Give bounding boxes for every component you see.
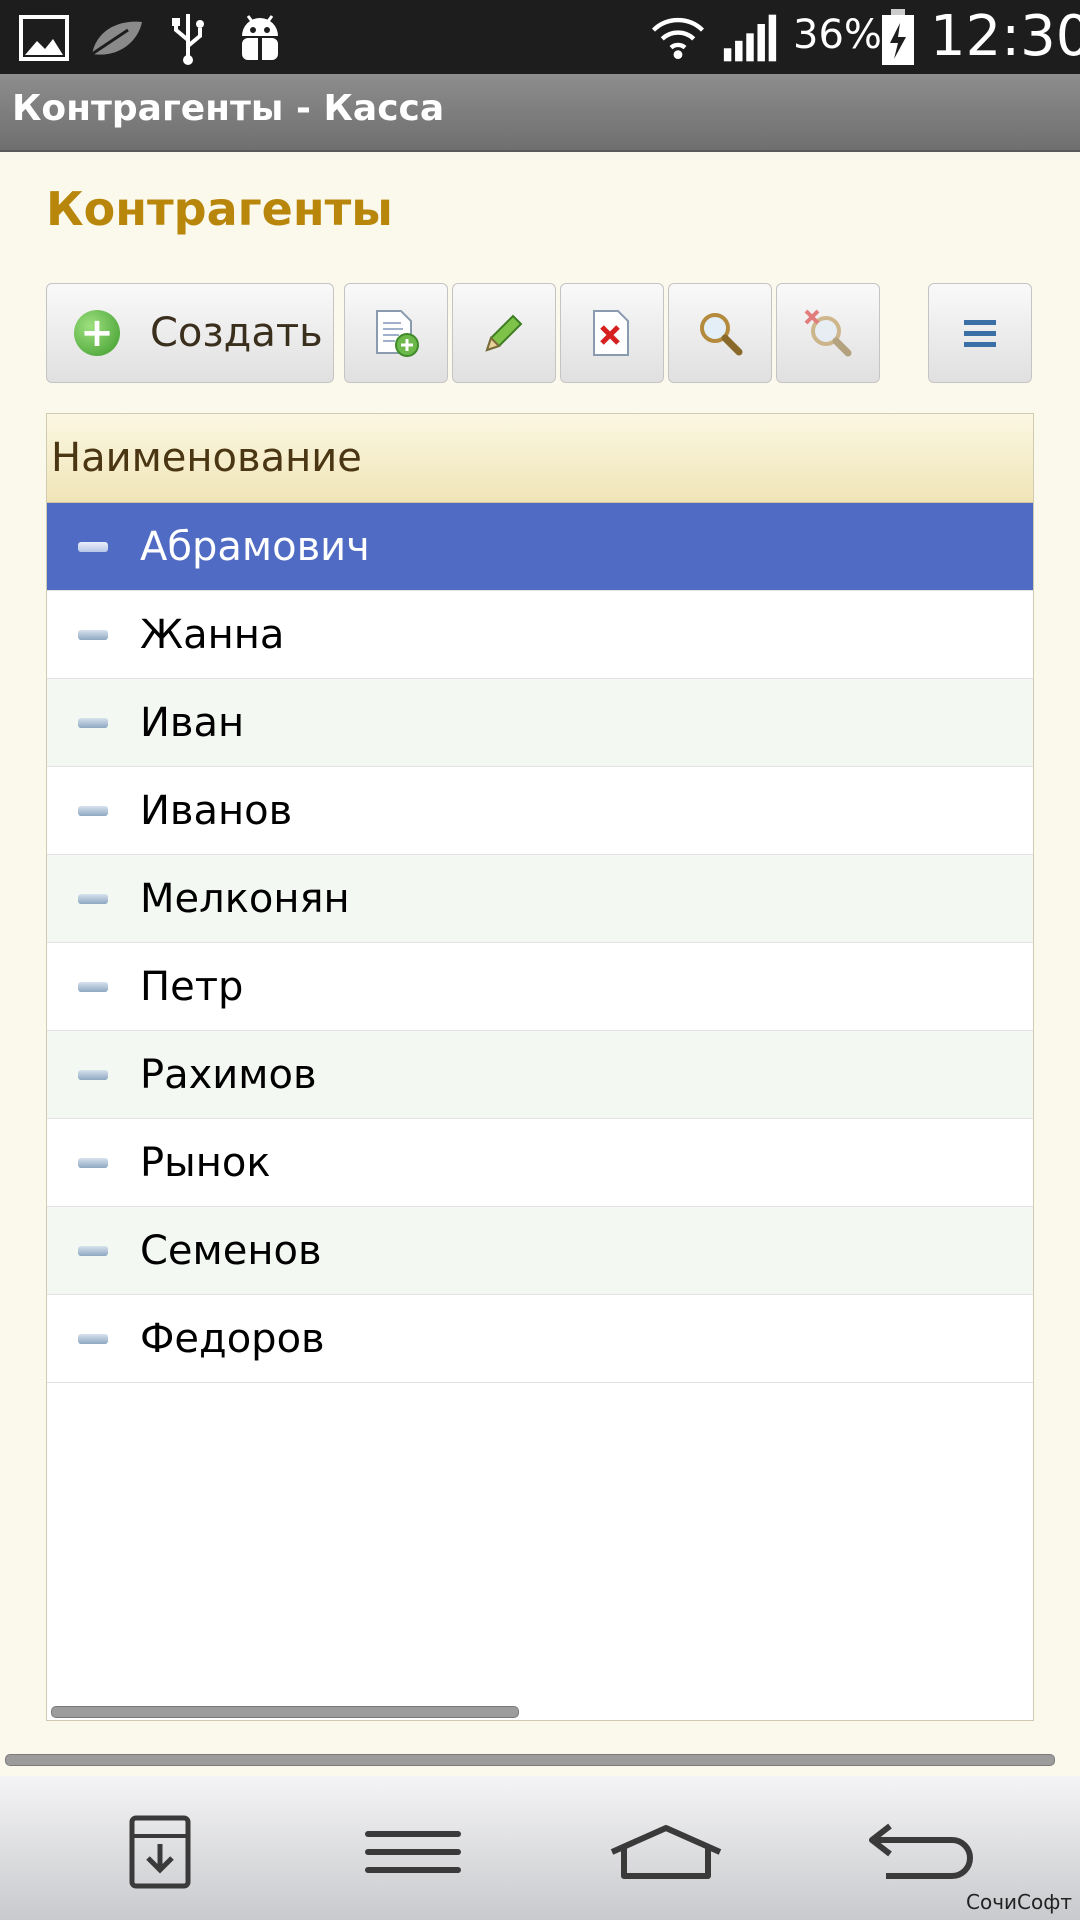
- app-title-bar: Контрагенты - Касса: [0, 74, 1080, 152]
- item-icon: [78, 893, 108, 904]
- row-name: Иван: [140, 699, 245, 746]
- row-name: Иванов: [140, 787, 293, 834]
- table-row[interactable]: Федоров: [47, 1295, 1033, 1383]
- status-bar: 36% 12:30: [0, 0, 1080, 74]
- table-row[interactable]: Мелконян: [47, 855, 1033, 943]
- item-icon: [78, 717, 108, 728]
- item-icon: [78, 1157, 108, 1168]
- item-icon: [78, 629, 108, 640]
- create-button[interactable]: + Создать: [46, 283, 334, 383]
- row-name: Рынок: [140, 1139, 271, 1186]
- item-icon: [78, 1069, 108, 1080]
- item-icon: [78, 1333, 108, 1344]
- column-header-label: Наименование: [51, 435, 362, 481]
- signal-icon: [722, 10, 778, 66]
- menu-lines-icon: [365, 1831, 461, 1873]
- delete-button[interactable]: [560, 283, 664, 383]
- notification-download-button[interactable]: [100, 1812, 220, 1892]
- table-row[interactable]: Семенов: [47, 1207, 1033, 1295]
- delete-icon: [593, 310, 629, 356]
- add-copy-icon: [376, 310, 419, 357]
- table-horizontal-scrollbar[interactable]: [51, 1706, 519, 1718]
- table-row[interactable]: Рахимов: [47, 1031, 1033, 1119]
- table-row[interactable]: Петр: [47, 943, 1033, 1031]
- page-horizontal-scrollbar[interactable]: [5, 1754, 1055, 1766]
- toolbar: + Создать: [46, 283, 1032, 385]
- watermark: СочиСофт: [966, 1890, 1072, 1914]
- edit-button[interactable]: [452, 283, 556, 383]
- row-name: Рахимов: [140, 1051, 317, 1098]
- cancel-search-icon: [804, 309, 852, 357]
- row-name: Абрамович: [140, 523, 370, 570]
- battery-charging-icon: [870, 9, 926, 66]
- debug-android-icon: [232, 10, 288, 66]
- table-row[interactable]: Иванов: [47, 767, 1033, 855]
- home-button[interactable]: [606, 1812, 726, 1892]
- table-body: Абрамович Жанна Иван Иванов Мелконян Пет…: [47, 503, 1033, 1383]
- menu-icon: [964, 320, 996, 347]
- item-icon: [78, 541, 108, 552]
- item-icon: [78, 1245, 108, 1256]
- clock: 12:30: [930, 4, 1080, 69]
- item-icon: [78, 805, 108, 816]
- row-name: Жанна: [140, 611, 285, 658]
- page-title: Контрагенты: [46, 182, 393, 236]
- back-button[interactable]: [860, 1812, 980, 1892]
- home-icon: [610, 1825, 722, 1879]
- nav-menu-button[interactable]: [353, 1812, 473, 1892]
- back-icon: [869, 1823, 973, 1879]
- table-row[interactable]: Иван: [47, 679, 1033, 767]
- table-row[interactable]: Абрамович: [47, 503, 1033, 591]
- row-name: Федоров: [140, 1315, 325, 1362]
- create-button-label: Создать: [150, 310, 323, 356]
- contractors-table: Наименование Абрамович Жанна Иван Иванов…: [46, 413, 1034, 1721]
- search-icon: [700, 313, 743, 356]
- gallery-icon: [16, 10, 72, 66]
- edit-pencil-icon: [485, 314, 523, 352]
- window-title: Контрагенты - Касса: [12, 88, 445, 129]
- column-header[interactable]: Наименование: [47, 414, 1033, 503]
- usb-icon: [160, 10, 216, 66]
- add-icon: +: [74, 310, 120, 356]
- navigation-bar: СочиСофт: [0, 1776, 1080, 1920]
- item-icon: [78, 981, 108, 992]
- row-name: Петр: [140, 963, 244, 1010]
- download-icon: [129, 1815, 191, 1889]
- table-row[interactable]: Рынок: [47, 1119, 1033, 1207]
- row-name: Мелконян: [140, 875, 350, 922]
- battery-percent: 36%: [793, 12, 882, 58]
- table-row[interactable]: Жанна: [47, 591, 1033, 679]
- more-menu-button[interactable]: [928, 283, 1032, 383]
- row-name: Семенов: [140, 1227, 322, 1274]
- cancel-search-button[interactable]: [776, 283, 880, 383]
- leaf-icon: [88, 10, 144, 66]
- wifi-icon: [650, 10, 706, 66]
- copy-button[interactable]: [344, 283, 448, 383]
- search-button[interactable]: [668, 283, 772, 383]
